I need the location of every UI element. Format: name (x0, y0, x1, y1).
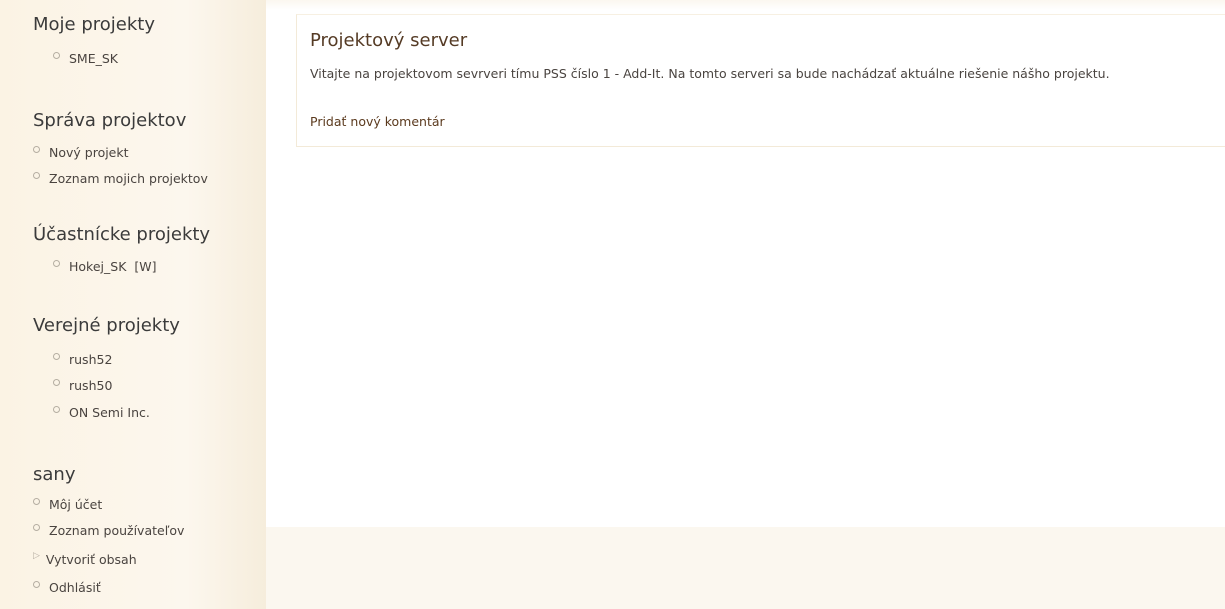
sidebar-item-rush50[interactable]: rush50 (53, 378, 112, 393)
my-projects-title: Moje projekty (33, 14, 155, 35)
circle-bullet-icon (53, 406, 60, 413)
circle-bullet-icon (53, 52, 60, 59)
sidebar (0, 0, 266, 609)
participant-projects-title: Účastnícke projekty (33, 224, 211, 245)
public-projects-title: Verejné projekty (33, 315, 180, 336)
sidebar-item-label[interactable]: Nový projekt (49, 145, 129, 160)
sidebar-item-label[interactable]: SME_SK (69, 51, 118, 66)
sidebar-item-label[interactable]: Môj účet (49, 497, 102, 512)
circle-bullet-icon (53, 379, 60, 386)
sidebar-item-label[interactable]: Vytvoriť obsah (46, 552, 137, 567)
sidebar-item-label[interactable]: Odhlásiť (49, 580, 101, 595)
main-top-edge (266, 0, 1225, 10)
circle-bullet-icon (33, 581, 40, 588)
sidebar-item-create-content[interactable]: ▷ Vytvoriť obsah (33, 551, 137, 568)
page-title: Projektový server (310, 30, 468, 51)
sidebar-item-logout[interactable]: Odhlásiť (33, 580, 101, 595)
circle-bullet-icon (33, 146, 40, 153)
sidebar-item-rush52[interactable]: rush52 (53, 352, 112, 367)
user-menu-title: sany (33, 464, 76, 485)
sidebar-item-label[interactable]: rush50 (69, 378, 112, 393)
triangle-right-icon: ▷ (33, 551, 40, 561)
intro-paragraph: Vitajte na projektovom sevrveri tímu PSS… (310, 66, 1110, 81)
sidebar-item-label[interactable]: Zoznam používateľov (49, 523, 184, 538)
circle-bullet-icon (33, 498, 40, 505)
sidebar-item-on-semi[interactable]: ON Semi Inc. (53, 405, 150, 420)
sidebar-item-sme-sk[interactable]: SME_SK (53, 51, 118, 66)
sidebar-item-label[interactable]: Hokej_SK [W] (69, 259, 156, 274)
sidebar-item-my-projects-list[interactable]: Zoznam mojich projektov (33, 171, 208, 186)
project-admin-title: Správa projektov (33, 110, 187, 131)
sidebar-item-user-list[interactable]: Zoznam používateľov (33, 523, 184, 538)
sidebar-item-label[interactable]: ON Semi Inc. (69, 405, 150, 420)
sidebar-item-label[interactable]: rush52 (69, 352, 112, 367)
sidebar-item-new-project[interactable]: Nový projekt (33, 145, 129, 160)
circle-bullet-icon (53, 260, 60, 267)
sidebar-item-my-account[interactable]: Môj účet (33, 497, 102, 512)
circle-bullet-icon (33, 524, 40, 531)
sidebar-item-label[interactable]: Zoznam mojich projektov (49, 171, 208, 186)
sidebar-item-hokej-sk[interactable]: Hokej_SK [W] (53, 259, 156, 274)
circle-bullet-icon (53, 353, 60, 360)
circle-bullet-icon (33, 172, 40, 179)
add-comment-link[interactable]: Pridať nový komentár (310, 114, 445, 129)
